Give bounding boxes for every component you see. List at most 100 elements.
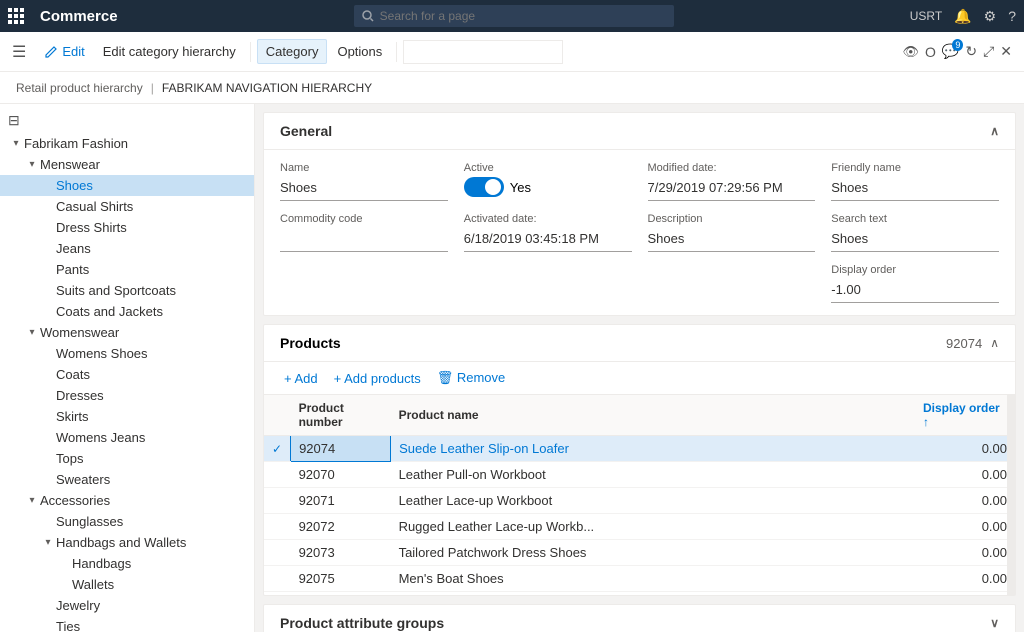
tree-label-accessories: Accessories — [40, 493, 110, 508]
general-section: General ∧ Name Shoes Active Yes — [263, 112, 1016, 316]
sidebar-item-sweaters[interactable]: Sweaters — [0, 469, 254, 490]
tree-label-womens-jeans: Womens Jeans — [56, 430, 145, 445]
table-row[interactable]: ✓ 92074 Suede Leather Slip-on Loafer 0.0… — [264, 436, 1015, 462]
tree-arrow-handbags-wallets[interactable]: ▾ — [40, 537, 56, 548]
table-row[interactable]: 92072 Rugged Leather Lace-up Workb... 0.… — [264, 514, 1015, 540]
table-row[interactable]: 92071 Leather Lace-up Workboot 0.00 — [264, 488, 1015, 514]
add-products-label: + Add products — [334, 371, 421, 386]
settings-icon[interactable]: ⚙ — [984, 8, 997, 25]
sidebar-item-skirts[interactable]: Skirts — [0, 406, 254, 427]
sidebar-item-shoes[interactable]: Shoes — [0, 175, 254, 196]
tree-label-sweaters: Sweaters — [56, 472, 110, 487]
table-row[interactable]: 92073 Tailored Patchwork Dress Shoes 0.0… — [264, 540, 1015, 566]
field-friendly-value[interactable]: Shoes — [831, 177, 999, 201]
sidebar-item-tops[interactable]: Tops — [0, 448, 254, 469]
eye-icon[interactable]: 👁 — [902, 44, 919, 60]
refresh-icon[interactable]: ↻ — [965, 43, 977, 60]
general-title: General — [280, 123, 332, 139]
row-display-order: 0.00 — [915, 488, 1015, 514]
col-product-name[interactable]: Product name — [391, 395, 915, 436]
row-check — [264, 540, 291, 566]
active-toggle[interactable] — [464, 177, 504, 197]
sidebar-item-womens-shoes[interactable]: Womens Shoes — [0, 343, 254, 364]
sidebar-item-womens-jeans[interactable]: Womens Jeans — [0, 427, 254, 448]
field-description-value[interactable]: Shoes — [648, 228, 816, 252]
tree-label-sunglasses: Sunglasses — [56, 514, 123, 529]
search-icon — [362, 10, 374, 22]
category-button[interactable]: Category — [257, 39, 328, 64]
sidebar-item-handbags[interactable]: Handbags — [0, 553, 254, 574]
col-product-number[interactable]: Product number — [291, 395, 391, 436]
global-search-input[interactable] — [354, 5, 674, 27]
sidebar-item-menswear[interactable]: ▾ Menswear — [0, 154, 254, 175]
tree-label-pants: Pants — [56, 262, 89, 277]
general-section-header[interactable]: General ∧ — [264, 113, 1015, 150]
help-icon[interactable]: ? — [1008, 8, 1016, 24]
sidebar-item-jeans[interactable]: Jeans — [0, 238, 254, 259]
tree-arrow-fabrikam[interactable]: ▾ — [8, 138, 24, 149]
sidebar-item-coats-jackets[interactable]: Coats and Jackets — [0, 301, 254, 322]
field-name-value[interactable]: Shoes — [280, 177, 448, 201]
edit-category-button[interactable]: Edit category hierarchy — [95, 40, 244, 63]
products-scroll[interactable]: Product number Product name Display orde… — [264, 395, 1015, 595]
row-product-name: Rugged Leather Lace-up Workb... — [391, 514, 915, 540]
field-display-value[interactable]: -1.00 — [831, 279, 999, 303]
open-new-icon[interactable]: ⤢ — [983, 43, 994, 60]
sidebar-item-pants[interactable]: Pants — [0, 259, 254, 280]
general-collapse-icon: ∧ — [990, 124, 999, 138]
row-display-order: 0.00 — [915, 436, 1015, 462]
products-collapse-icon: ∧ — [990, 336, 999, 350]
sidebar-item-dresses[interactable]: Dresses — [0, 385, 254, 406]
category-label: Category — [266, 44, 319, 59]
sidebar-item-suits[interactable]: Suits and Sportcoats — [0, 280, 254, 301]
notification-icon[interactable]: 🔔 — [954, 8, 971, 25]
row-display-order: 0.00 — [915, 566, 1015, 592]
products-section-header[interactable]: Products 92074 ∧ — [264, 325, 1015, 362]
active-value: Yes — [510, 180, 531, 195]
field-search-value[interactable]: Shoes — [831, 228, 999, 252]
table-row[interactable]: 92075 Men's Boat Shoes 0.00 — [264, 566, 1015, 592]
comment-icon[interactable]: 💬9 — [942, 43, 959, 60]
search-bar-input[interactable] — [403, 40, 563, 64]
options-button[interactable]: Options — [329, 40, 390, 63]
sidebar-item-sunglasses[interactable]: Sunglasses — [0, 511, 254, 532]
sidebar-item-accessories[interactable]: ▾ Accessories — [0, 490, 254, 511]
tree-label-fabrikam: Fabrikam Fashion — [24, 136, 128, 151]
scrollbar[interactable] — [1007, 395, 1015, 595]
product-attribute-groups-header[interactable]: Product attribute groups ∨ — [264, 605, 1015, 632]
col-display-order[interactable]: Display order ↑ — [915, 395, 1015, 436]
table-row[interactable]: 92070 Leather Pull-on Workboot 0.00 — [264, 462, 1015, 488]
sidebar-item-fabrikam[interactable]: ▾ Fabrikam Fashion — [0, 133, 254, 154]
row-product-number: 92072 — [291, 514, 391, 540]
table-row[interactable]: 92076 Suede Dress Shoes 0.00 — [264, 592, 1015, 596]
close-icon[interactable]: ✕ — [1000, 43, 1012, 60]
office-icon[interactable]: O — [925, 44, 936, 60]
field-commodity-value[interactable] — [280, 228, 448, 252]
sidebar-item-dress-shirts[interactable]: Dress Shirts — [0, 217, 254, 238]
tree-arrow-menswear[interactable]: ▾ — [24, 159, 40, 170]
remove-product-button[interactable]: 🗑 Remove — [433, 368, 510, 388]
tree-label-womens-shoes: Womens Shoes — [56, 346, 148, 361]
sidebar-item-casual-shirts[interactable]: Casual Shirts — [0, 196, 254, 217]
field-commodity-code: Commodity code — [280, 213, 448, 252]
waffle-menu[interactable] — [8, 8, 24, 24]
breadcrumb-separator: | — [151, 81, 154, 95]
field-name-label: Name — [280, 162, 448, 174]
edit-button[interactable]: Edit — [36, 40, 92, 63]
sidebar-item-coats[interactable]: Coats — [0, 364, 254, 385]
filter-icon[interactable]: ⊟ — [8, 112, 20, 129]
tree-arrow-womenswear[interactable]: ▾ — [24, 327, 40, 338]
products-title: Products — [280, 335, 341, 351]
sidebar-item-jewelry[interactable]: Jewelry — [0, 595, 254, 616]
sidebar-item-womenswear[interactable]: ▾ Womenswear — [0, 322, 254, 343]
sidebar-item-ties[interactable]: Ties — [0, 616, 254, 632]
row-product-number: 92073 — [291, 540, 391, 566]
add-product-button[interactable]: + Add — [280, 368, 322, 388]
add-products-button[interactable]: + Add products — [330, 368, 425, 388]
hamburger-icon[interactable]: ☰ — [12, 42, 26, 62]
tree-arrow-accessories[interactable]: ▾ — [24, 495, 40, 506]
tree-label-menswear: Menswear — [40, 157, 100, 172]
sidebar-item-wallets[interactable]: Wallets — [0, 574, 254, 595]
sidebar-item-handbags-wallets[interactable]: ▾ Handbags and Wallets — [0, 532, 254, 553]
field-active-label: Active — [464, 162, 632, 174]
